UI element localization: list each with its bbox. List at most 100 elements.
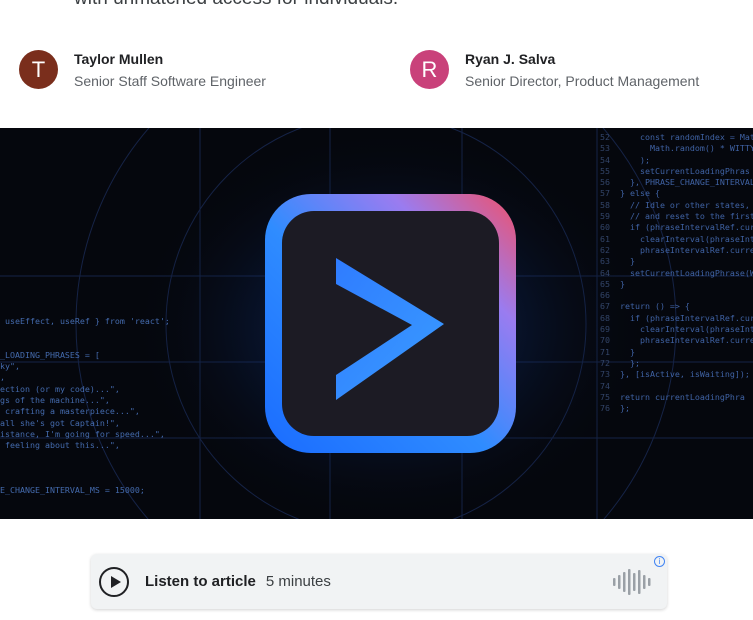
code-line: 52 const randomIndex = Mat <box>600 132 753 143</box>
listen-to-article-player[interactable]: Listen to article 5 minutes i <box>91 554 667 609</box>
code-text: clearInterval(phraseInt <box>619 324 753 335</box>
code-line: 58 // Idle or other states, <box>600 200 753 211</box>
code-text: ); <box>619 154 650 165</box>
line-number: 59 <box>600 211 620 222</box>
listen-duration: 5 minutes <box>265 573 331 590</box>
code-line: 67 return () => { <box>600 301 753 312</box>
code-text: setCurrentLoadingPhrase(W <box>619 267 753 278</box>
line-number: 76 <box>600 403 620 414</box>
code-line: 73 }, [isActive, isWaiting]); <box>600 369 753 380</box>
code-line: _LOADING_PHRASES = [ <box>0 349 100 360</box>
code-snippet-right: 52 const randomIndex = Mat 53 Math.random… <box>600 132 753 414</box>
code-line: 69 clearInterval(phraseInt <box>600 324 753 335</box>
author-card-taylor-mullen[interactable]: T Taylor Mullen Senior Staff Software En… <box>19 50 266 89</box>
author-name: Ryan J. Salva <box>465 50 556 67</box>
code-line: gs of the machine...", <box>0 395 110 406</box>
code-text: if (phraseIntervalRef.cur <box>619 312 753 323</box>
code-text: phraseIntervalRef.curre <box>619 244 753 255</box>
article-page: with unmatched access for individuals. T… <box>0 0 753 620</box>
line-number: 60 <box>600 222 620 233</box>
code-line: 56 }, PHRASE_CHANGE_INTERVAL <box>600 177 753 188</box>
line-number: 75 <box>600 391 620 402</box>
line-number: 65 <box>600 278 620 289</box>
code-line: all she's got Captain!", <box>0 417 120 428</box>
audio-waveform-icon <box>613 569 651 595</box>
code-text: // and reset to the first <box>619 211 753 222</box>
code-text: return currentLoadingPhra <box>619 391 745 402</box>
code-text: } <box>619 256 635 267</box>
code-line: 70 phraseIntervalRef.curre <box>600 335 753 346</box>
code-text: } else { <box>619 188 660 199</box>
line-number: 69 <box>600 324 620 335</box>
avatar: R <box>410 50 449 89</box>
line-number: 52 <box>600 132 620 142</box>
line-number: 74 <box>600 380 620 391</box>
line-number: 64 <box>600 267 620 278</box>
code-line: crafting a masterpiece...", <box>0 406 140 417</box>
code-text: return () => { <box>619 301 690 312</box>
line-number: 57 <box>600 188 620 199</box>
line-number: 62 <box>600 244 620 255</box>
line-number: 66 <box>600 290 620 301</box>
play-button[interactable] <box>99 566 129 597</box>
code-text: }; <box>619 357 640 368</box>
line-number: 73 <box>600 369 620 380</box>
hero-image: useEffect, useRef } from 'react'; _LOADI… <box>0 128 753 519</box>
code-text: clearInterval(phraseInt <box>619 233 753 244</box>
code-line: 66 <box>600 290 753 301</box>
code-line: , <box>0 372 5 383</box>
code-line: useEffect, useRef } from 'react'; <box>0 316 170 326</box>
code-line: 72 }; <box>600 358 753 369</box>
line-number: 71 <box>600 346 620 357</box>
code-line: 62 phraseIntervalRef.curre <box>600 245 753 256</box>
code-text: }, PHRASE_CHANGE_INTERVAL <box>619 177 753 188</box>
code-line: 75 return currentLoadingPhra <box>600 392 753 403</box>
line-number: 61 <box>600 233 620 244</box>
code-text: phraseIntervalRef.curre <box>619 335 753 346</box>
line-number: 70 <box>600 335 620 346</box>
code-line: 74 <box>600 381 753 392</box>
code-text: }, [isActive, isWaiting]); <box>619 369 750 380</box>
code-line: feeling about this...", <box>0 440 120 451</box>
code-line: ky", <box>0 361 20 372</box>
code-text: } <box>619 278 625 289</box>
code-line: 65 } <box>600 279 753 290</box>
line-number: 63 <box>600 256 620 267</box>
code-line: 57 } else { <box>600 188 753 199</box>
author-card-ryan-salva[interactable]: R Ryan J. Salva Senior Director, Product… <box>410 50 699 89</box>
code-text: const randomIndex = Mat <box>619 132 753 142</box>
code-line: 54 ); <box>600 155 753 166</box>
code-line: 71 } <box>600 347 753 358</box>
line-number: 72 <box>600 357 620 368</box>
code-text: Math.random() * WITTY <box>619 143 753 154</box>
avatar: T <box>19 50 58 89</box>
code-line: ection (or my code)...", <box>0 383 120 394</box>
code-line: 59 // and reset to the first <box>600 211 753 222</box>
play-icon <box>110 575 121 588</box>
line-number: 68 <box>600 312 620 323</box>
code-snippet-left: useEffect, useRef } from 'react'; _LOADI… <box>0 316 190 519</box>
code-line: 68 if (phraseIntervalRef.cur <box>600 313 753 324</box>
author-title: Senior Staff Software Engineer <box>74 72 266 89</box>
code-text: }; <box>619 403 630 414</box>
info-icon[interactable]: i <box>654 556 665 567</box>
article-intro-text: with unmatched access for individuals. <box>74 0 398 10</box>
line-number: 58 <box>600 199 620 210</box>
code-text: } <box>619 346 635 357</box>
code-line: 55 setCurrentLoadingPhras <box>600 166 753 177</box>
line-number: 56 <box>600 177 620 188</box>
code-text: if (phraseIntervalRef.cur <box>619 222 753 233</box>
code-line: 61 clearInterval(phraseInt <box>600 234 753 245</box>
code-line: 60 if (phraseIntervalRef.cur <box>600 222 753 233</box>
code-text: setCurrentLoadingPhras <box>619 165 750 176</box>
line-number: 55 <box>600 165 620 176</box>
author-name: Taylor Mullen <box>74 50 164 67</box>
code-line: 76 }; <box>600 403 753 414</box>
code-text: // Idle or other states, <box>619 199 750 210</box>
